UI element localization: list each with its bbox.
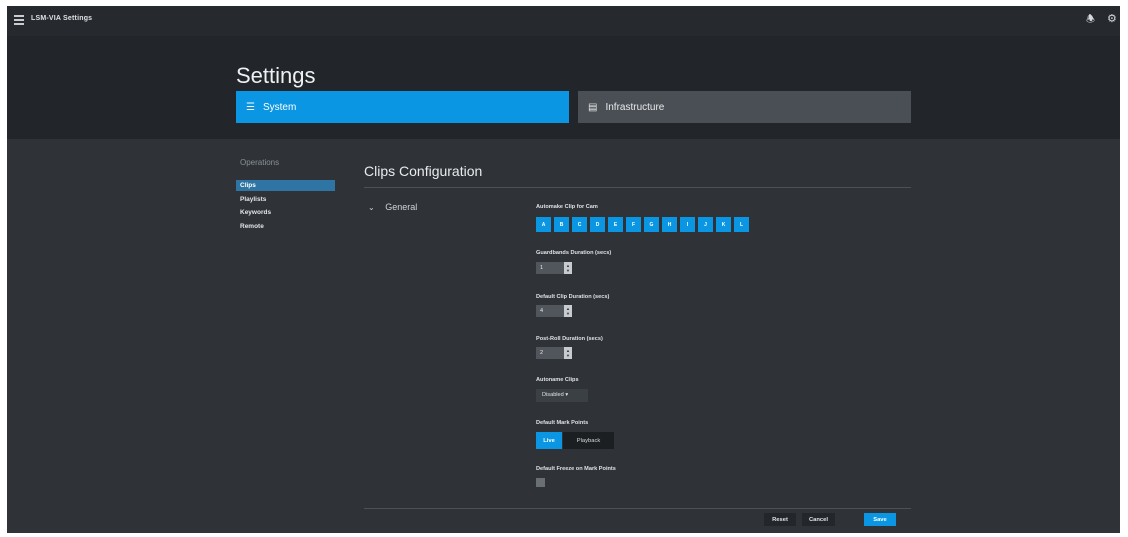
cam-button-h[interactable]: H	[662, 217, 677, 232]
tab-infrastructure[interactable]: ▤ Infrastructure	[578, 91, 911, 123]
stepper-arrows-icon[interactable]: ▲ ▼	[564, 305, 572, 317]
mark-points-live-button[interactable]: Live	[536, 432, 562, 449]
top-bar: LSM-VIA Settings 🕭 ⚙	[7, 6, 1120, 36]
app-title: LSM-VIA Settings	[31, 15, 93, 22]
sliders-icon: ☰	[246, 101, 255, 113]
cam-button-c[interactable]: C	[572, 217, 587, 232]
post-roll-stepper[interactable]: 2 ▲ ▼	[536, 347, 572, 359]
cam-button-i[interactable]: I	[680, 217, 695, 232]
stepper-arrows-icon[interactable]: ▲ ▼	[564, 262, 572, 274]
cam-button-g[interactable]: G	[644, 217, 659, 232]
guardbands-stepper[interactable]: 1 ▲ ▼	[536, 262, 572, 274]
gear-icon[interactable]: ⚙	[1107, 14, 1117, 25]
default-clip-stepper[interactable]: 4 ▲ ▼	[536, 305, 572, 317]
freeze-checkbox[interactable]	[536, 478, 545, 487]
mark-points-playback-button[interactable]: Playback	[563, 432, 614, 449]
stepper-arrows-icon[interactable]: ▲ ▼	[564, 347, 572, 359]
sidebar-heading: Operations	[240, 158, 280, 167]
cam-button-j[interactable]: J	[698, 217, 713, 232]
general-group-label: General	[385, 202, 418, 212]
post-roll-label: Post-Roll Duration (secs)	[536, 336, 603, 342]
sidebar-item-clips[interactable]: Clips	[236, 180, 335, 191]
server-icon: ▤	[588, 101, 598, 113]
tab-infrastructure-label: Infrastructure	[605, 101, 665, 113]
sidebar-item-remote[interactable]: Remote	[236, 221, 335, 232]
sidebar-item-playlists[interactable]: Playlists	[236, 194, 335, 205]
header-band	[7, 36, 1120, 139]
tab-system-label: System	[262, 101, 297, 113]
cam-button-group: A B C D E F G H I J K L	[536, 217, 752, 232]
cancel-button[interactable]: Cancel	[802, 513, 835, 526]
default-clip-value[interactable]: 4	[536, 305, 564, 317]
automake-label: Automake Clip for Cam	[536, 204, 598, 210]
footer-divider	[364, 508, 911, 509]
cam-button-d[interactable]: D	[590, 217, 605, 232]
guardbands-label: Guardbands Duration (secs)	[536, 250, 612, 256]
sidebar-item-keywords[interactable]: Keywords	[236, 207, 335, 218]
autoname-label: Autoname Clips	[536, 377, 579, 383]
cam-button-l[interactable]: L	[734, 217, 749, 232]
cam-button-b[interactable]: B	[554, 217, 569, 232]
settings-window: LSM-VIA Settings 🕭 ⚙ Settings ☰ System ▤…	[7, 6, 1120, 533]
mark-points-label: Default Mark Points	[536, 420, 589, 426]
general-group-toggle[interactable]: ⌄ General	[368, 202, 417, 212]
post-roll-value[interactable]: 2	[536, 347, 564, 359]
guardbands-value[interactable]: 1	[536, 262, 564, 274]
autoname-select[interactable]: Disabled ▾	[536, 389, 588, 402]
chevron-down-icon: ⌄	[368, 203, 375, 212]
hamburger-menu-icon[interactable]	[14, 15, 24, 25]
save-button[interactable]: Save	[864, 513, 896, 526]
reset-button[interactable]: Reset	[764, 513, 796, 526]
tab-system[interactable]: ☰ System	[236, 91, 569, 123]
page-title: Settings	[236, 63, 316, 88]
cam-button-k[interactable]: K	[716, 217, 731, 232]
cam-button-e[interactable]: E	[608, 217, 623, 232]
section-title: Clips Configuration	[364, 163, 483, 179]
bell-icon[interactable]: 🕭	[1086, 15, 1095, 25]
default-clip-label: Default Clip Duration (secs)	[536, 294, 610, 300]
divider	[364, 187, 911, 188]
cam-button-f[interactable]: F	[626, 217, 641, 232]
cam-button-a[interactable]: A	[536, 217, 551, 232]
freeze-label: Default Freeze on Mark Points	[536, 466, 616, 472]
